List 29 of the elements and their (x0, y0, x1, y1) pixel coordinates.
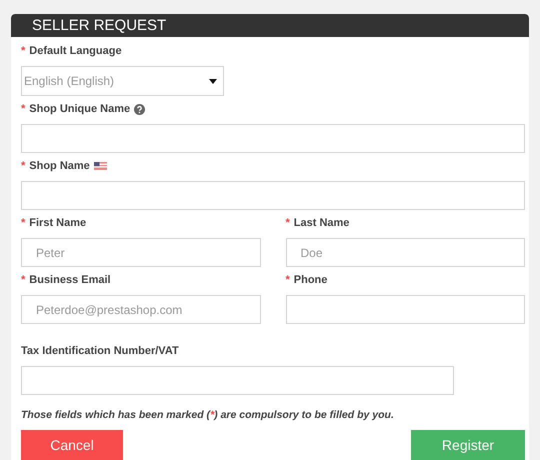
required-note: Those fields which has been marked (*) are compulsory to be filled by you. (21, 408, 395, 423)
input-field[interactable] (21, 181, 525, 210)
register-button[interactable]: Register (411, 430, 525, 460)
required-asterisk: * (21, 102, 26, 117)
required-asterisk: * (21, 44, 26, 59)
required-asterisk: * (21, 158, 26, 174)
help-icon[interactable] (134, 104, 146, 114)
input-field[interactable]: Peterdoe@prestashop.com (21, 295, 260, 324)
field-label: First Name (29, 216, 86, 231)
field-label: Phone (294, 272, 328, 288)
required-asterisk: * (21, 216, 26, 231)
field-label: Shop Unique Name (29, 102, 130, 117)
cancel-button[interactable]: Cancel (21, 430, 123, 460)
required-asterisk: * (21, 272, 26, 288)
field-label: Default Language (29, 44, 122, 59)
input-field[interactable]: Peter (21, 238, 260, 267)
input-field[interactable] (21, 366, 454, 395)
field-label: Tax Identification Number/VAT (21, 344, 179, 359)
form-title: SELLER REQUEST (11, 14, 529, 37)
language-select[interactable]: English (English) (21, 66, 224, 96)
caret-icon (209, 78, 217, 84)
input-field[interactable] (286, 295, 525, 324)
required-asterisk: * (286, 216, 290, 231)
input-field[interactable] (21, 124, 525, 153)
field-label: Last Name (294, 216, 350, 231)
required-asterisk: * (286, 272, 290, 288)
input-field[interactable]: Doe (286, 238, 525, 267)
field-label: Shop Name (29, 158, 90, 174)
field-label: Business Email (29, 272, 111, 288)
